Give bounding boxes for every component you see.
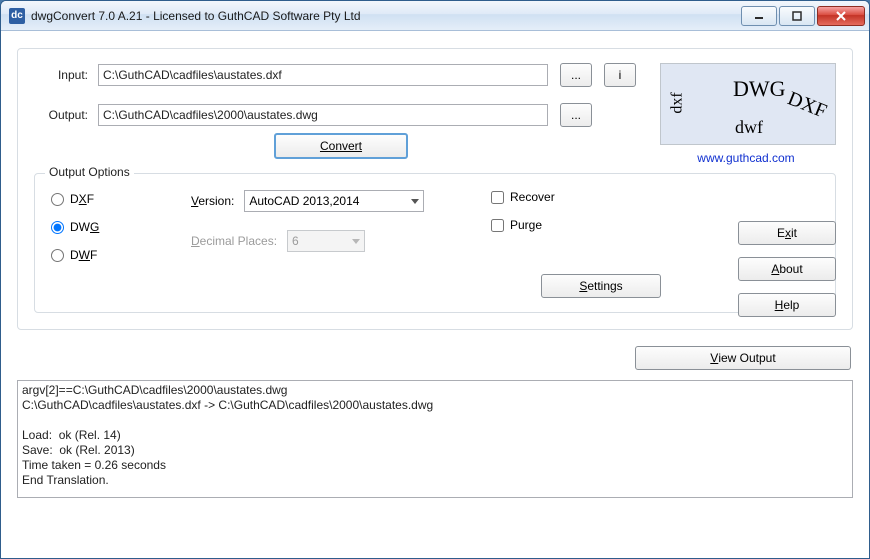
input-label: Input:	[34, 68, 98, 82]
window-title: dwgConvert 7.0 A.21 - Licensed to GuthCA…	[31, 9, 361, 23]
close-button[interactable]	[817, 6, 865, 26]
decimal-places-label: Decimal Places:	[191, 234, 277, 248]
maximize-button[interactable]	[779, 6, 815, 26]
convert-button[interactable]: Convert	[274, 133, 408, 159]
maximize-icon	[791, 11, 803, 21]
logo-image: DWG dxf DXF dwf	[660, 63, 836, 145]
chevron-down-icon	[352, 239, 360, 244]
right-column: DWG dxf DXF dwf www.guthcad.com Exit Abo…	[656, 63, 836, 317]
version-select[interactable]: AutoCAD 2013,2014	[244, 190, 424, 212]
recover-checkbox[interactable]: Recover	[491, 190, 621, 204]
about-button[interactable]: About	[738, 257, 836, 281]
info-button[interactable]: i	[604, 63, 636, 87]
version-label: Version:	[191, 194, 234, 208]
input-path-field[interactable]	[98, 64, 548, 86]
close-icon	[834, 10, 848, 22]
titlebar: dc dwgConvert 7.0 A.21 - Licensed to Gut…	[1, 1, 869, 31]
chevron-down-icon	[411, 199, 419, 204]
decimal-places-value: 6	[292, 234, 299, 248]
version-value: AutoCAD 2013,2014	[249, 194, 359, 208]
app-window: dc dwgConvert 7.0 A.21 - Licensed to Gut…	[0, 0, 870, 559]
settings-button[interactable]: Settings	[541, 274, 661, 298]
purge-checkbox[interactable]: Purge	[491, 218, 621, 232]
minimize-button[interactable]	[741, 6, 777, 26]
app-icon: dc	[9, 8, 25, 24]
output-label: Output:	[34, 108, 98, 122]
format-dwg-radio[interactable]: DWG	[51, 220, 191, 234]
format-dwf-radio[interactable]: DWF	[51, 248, 191, 262]
output-options-title: Output Options	[45, 165, 134, 179]
format-dxf-radio[interactable]: DXF	[51, 192, 191, 206]
exit-button[interactable]: Exit	[738, 221, 836, 245]
minimize-icon	[753, 11, 765, 21]
output-path-field[interactable]	[98, 104, 548, 126]
website-link[interactable]: www.guthcad.com	[656, 151, 836, 165]
view-output-button[interactable]: View Output	[635, 346, 851, 370]
decimal-places-select: 6	[287, 230, 365, 252]
log-output[interactable]: argv[2]==C:\GuthCAD\cadfiles\2000\austat…	[17, 380, 853, 498]
main-panel: Input: ... i Output: ... Convert Output …	[17, 48, 853, 330]
browse-input-button[interactable]: ...	[560, 63, 592, 87]
help-button[interactable]: Help	[738, 293, 836, 317]
client-area: Input: ... i Output: ... Convert Output …	[1, 31, 869, 558]
browse-output-button[interactable]: ...	[560, 103, 592, 127]
